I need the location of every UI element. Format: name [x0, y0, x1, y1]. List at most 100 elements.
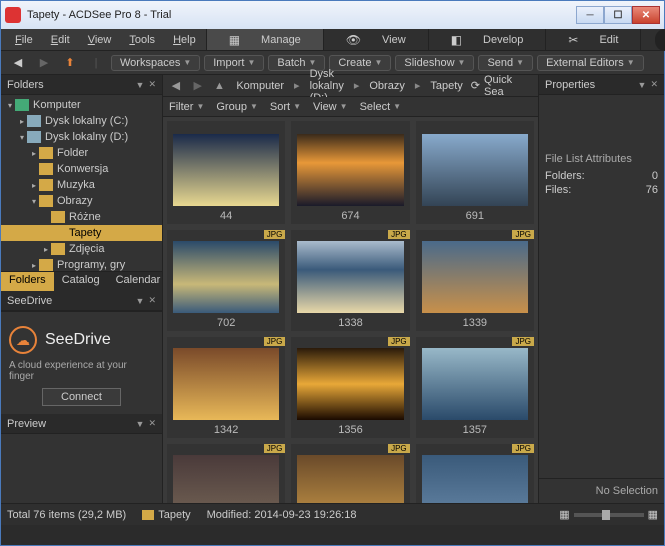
properties-header: Properties ▼ ✕ — [539, 75, 664, 95]
tree-muzyka[interactable]: ▸Muzyka — [1, 177, 162, 193]
menu-view[interactable]: View — [80, 32, 120, 48]
jpg-badge: JPG — [264, 337, 286, 346]
bc-up[interactable]: ▲ — [211, 80, 229, 92]
back-button[interactable]: ◀ — [7, 54, 29, 72]
mode-develop[interactable]: ◧Develop — [428, 29, 546, 50]
filter-bar: Filter▼ Group▼ Sort▼ View▼ Select▼ — [163, 97, 538, 117]
close-panel-icon[interactable]: ✕ — [148, 79, 156, 90]
files-label: Files: — [545, 184, 571, 196]
thumbnail-item[interactable]: JPG1357 — [416, 337, 534, 438]
thumbnail-image — [422, 455, 528, 503]
tree-obrazy[interactable]: ▾Obrazy — [1, 193, 162, 209]
tree-drive-d[interactable]: ▾Dysk lokalny (D:) — [1, 129, 162, 145]
thumbnail-image — [297, 348, 403, 420]
thumbnail-item[interactable]: JPG — [416, 444, 534, 503]
thumbnail-item[interactable]: JPG1342 — [167, 337, 285, 438]
thumbnail-item[interactable]: 691 — [416, 121, 534, 224]
thumbnail-item[interactable]: JPG — [291, 444, 409, 503]
mode-manage[interactable]: ▦Manage — [206, 29, 323, 50]
pin-icon[interactable]: ▼ — [638, 80, 647, 90]
tab-folders[interactable]: Folders — [1, 272, 54, 291]
edit-icon: ✂ — [560, 31, 586, 49]
tree-tapety[interactable]: Tapety — [1, 225, 162, 241]
external-editors-menu[interactable]: External Editors▼ — [537, 55, 644, 71]
mode-365[interactable]: ⟳365 — [640, 29, 665, 50]
pin-icon[interactable]: ▼ — [136, 80, 145, 90]
pin-icon[interactable]: ▼ — [136, 296, 145, 306]
no-selection-label: No Selection — [539, 478, 664, 503]
quick-search[interactable]: ⟳Quick Sea — [471, 74, 534, 98]
thumbnail-caption: 1356 — [291, 422, 409, 438]
folders-value: 0 — [652, 170, 658, 182]
thumbnail-item[interactable]: JPG1339 — [416, 230, 534, 331]
menu-tools[interactable]: Tools — [121, 32, 163, 48]
zoom-slider[interactable] — [574, 513, 644, 517]
thumbnail-image — [297, 241, 403, 313]
menu-edit[interactable]: Edit — [43, 32, 78, 48]
bc-fwd[interactable]: ▶ — [189, 79, 207, 92]
thumbnail-grid: 44674691JPG702JPG1338JPG1339JPG1342JPG13… — [163, 117, 538, 503]
tab-catalog[interactable]: Catalog — [54, 272, 108, 291]
group-menu[interactable]: Group▼ — [216, 101, 258, 113]
thumbnail-image — [297, 455, 403, 503]
tree-programy[interactable]: ▸Programy, gry — [1, 257, 162, 271]
thumbnail-image — [173, 241, 279, 313]
thumbnail-image — [297, 134, 403, 206]
pin-icon[interactable]: ▼ — [136, 419, 145, 429]
view-menu[interactable]: View▼ — [313, 101, 348, 113]
seedrive-panel: ☁ SeeDrive A cloud experience at your fi… — [1, 311, 162, 414]
close-panel-icon[interactable]: ✕ — [650, 79, 658, 90]
folder-tree: ▾Komputer ▸Dysk lokalny (C:) ▾Dysk lokal… — [1, 95, 162, 271]
thumbnail-item[interactable]: JPG1338 — [291, 230, 409, 331]
thumbnail-image — [173, 134, 279, 206]
connect-button[interactable]: Connect — [42, 388, 121, 406]
maximize-button[interactable]: ☐ — [604, 6, 632, 24]
tab-calendar[interactable]: Calendar — [108, 272, 169, 291]
close-panel-icon[interactable]: ✕ — [148, 418, 156, 429]
tree-drive-c[interactable]: ▸Dysk lokalny (C:) — [1, 113, 162, 129]
tree-komputer[interactable]: ▾Komputer — [1, 97, 162, 113]
thumbnail-caption: 691 — [416, 208, 534, 224]
sort-menu[interactable]: Sort▼ — [270, 101, 301, 113]
thumbnail-item[interactable]: JPG1356 — [291, 337, 409, 438]
mode-edit[interactable]: ✂Edit — [545, 29, 640, 50]
menubar: File Edit View Tools Help ▦Manage 👁View … — [1, 29, 664, 51]
folders-label: Folders: — [545, 170, 585, 182]
forward-button[interactable]: ▶ — [33, 54, 55, 72]
close-panel-icon[interactable]: ✕ — [148, 295, 156, 306]
zoom-out-icon[interactable]: ▦ — [559, 508, 569, 521]
up-button[interactable]: ⬆ — [59, 54, 81, 72]
thumbnail-item[interactable]: JPG702 — [167, 230, 285, 331]
thumbnail-item[interactable]: JPG — [167, 444, 285, 503]
files-value: 76 — [646, 184, 658, 196]
thumbnail-caption: 702 — [167, 315, 285, 331]
close-button[interactable]: ✕ — [632, 6, 660, 24]
left-tabs: Folders Catalog Calendar — [1, 271, 162, 291]
tree-zdjecia[interactable]: ▸Zdjęcia — [1, 241, 162, 257]
properties-body: File List Attributes Folders:0 Files:76 — [539, 95, 664, 203]
thumbnail-caption: 44 — [167, 208, 285, 224]
seedrive-title: SeeDrive — [45, 331, 111, 349]
minimize-button[interactable]: ─ — [576, 6, 604, 24]
tree-folder[interactable]: ▸Folder — [1, 145, 162, 161]
thumbnail-caption: 674 — [291, 208, 409, 224]
select-menu[interactable]: Select▼ — [360, 101, 402, 113]
menu-file[interactable]: File — [7, 32, 41, 48]
titlebar: Tapety - ACDSee Pro 8 - Trial ─ ☐ ✕ — [1, 1, 664, 29]
thumbnail-item[interactable]: 44 — [167, 121, 285, 224]
eye-icon: 👁 — [338, 31, 369, 49]
send-menu[interactable]: Send▼ — [478, 55, 533, 71]
jpg-badge: JPG — [388, 230, 410, 239]
filter-menu[interactable]: Filter▼ — [169, 101, 204, 113]
status-modified: Modified: 2014-09-23 19:26:18 — [207, 509, 357, 521]
bc-back[interactable]: ◀ — [167, 79, 185, 92]
tree-konwersja[interactable]: Konwersja — [1, 161, 162, 177]
tree-rozne[interactable]: Różne — [1, 209, 162, 225]
sep: | — [85, 54, 107, 72]
zoom-in-icon[interactable]: ▦ — [648, 508, 658, 521]
refresh-icon: ⟳ — [471, 79, 480, 92]
menu-help[interactable]: Help — [165, 32, 204, 48]
mode-view[interactable]: 👁View — [323, 29, 428, 50]
thumbnail-item[interactable]: 674 — [291, 121, 409, 224]
workspaces-menu[interactable]: Workspaces▼ — [111, 55, 200, 71]
